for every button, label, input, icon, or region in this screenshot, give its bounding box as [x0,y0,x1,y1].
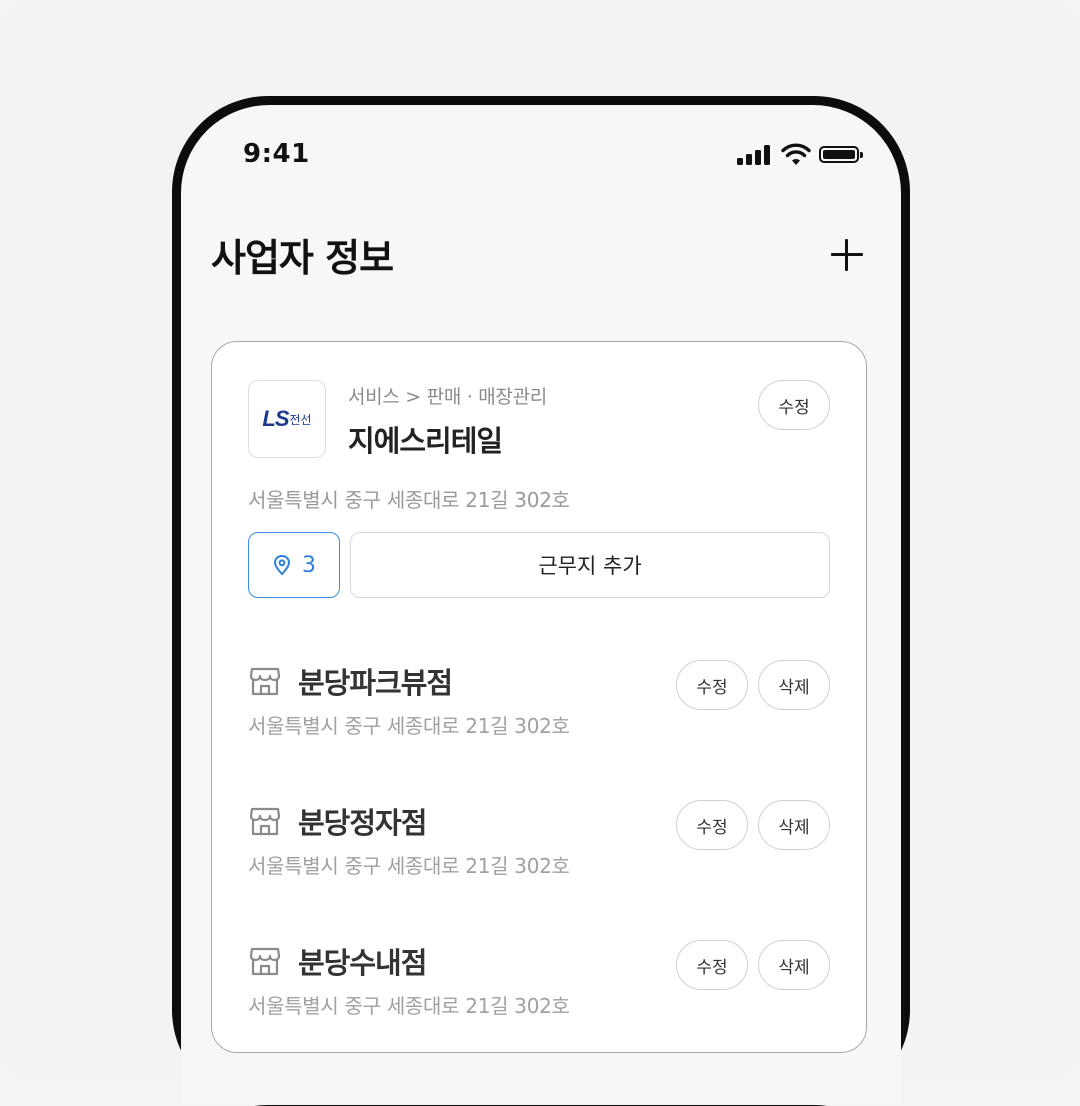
company-logo: LS 전선 [248,380,326,458]
location-pin-icon [273,554,291,576]
store-address: 서울특별시 중구 세종대로 21길 302호 [248,994,570,1018]
battery-icon [819,146,863,163]
signal-icon [737,145,771,165]
delete-store-button[interactable]: 삭제 [758,800,830,850]
phone-screen: 9:41 사업자 정보 LS 전선 서비스 > 판매 · 매장관리 지에스리테일… [181,105,901,1105]
store-item: 분당파크뷰점 서울특별시 중구 세종대로 21길 302호 수정 삭제 [248,660,832,750]
store-icon [249,667,281,696]
edit-store-button[interactable]: 수정 [676,800,748,850]
store-name: 분당정자점 [298,806,427,840]
store-name: 분당수내점 [298,946,427,980]
store-item: 분당정자점 서울특별시 중구 세종대로 21길 302호 수정 삭제 [248,800,832,890]
business-address: 서울특별시 중구 세종대로 21길 302호 [248,488,570,512]
logo-subtext: 전선 [289,412,312,427]
location-count: 3 [302,552,316,578]
edit-business-button[interactable]: 수정 [758,380,830,430]
business-card: LS 전선 서비스 > 판매 · 매장관리 지에스리테일 수정 서울특별시 중구… [211,341,867,1053]
status-time: 9:41 [243,139,310,169]
delete-store-button[interactable]: 삭제 [758,940,830,990]
plus-icon[interactable] [827,235,867,275]
wifi-icon [781,143,811,165]
page-title: 사업자 정보 [211,236,394,280]
store-address: 서울특별시 중구 세종대로 21길 302호 [248,714,570,738]
store-icon [249,947,281,976]
business-category: 서비스 > 판매 · 매장관리 [348,386,547,408]
store-icon [249,807,281,836]
add-site-button[interactable]: 근무지 추가 [350,532,830,598]
store-item: 분당수내점 서울특별시 중구 세종대로 21길 302호 수정 삭제 [248,940,832,1030]
edit-store-button[interactable]: 수정 [676,660,748,710]
location-count-button[interactable]: 3 [248,532,340,598]
edit-store-button[interactable]: 수정 [676,940,748,990]
business-name: 지에스리테일 [348,424,503,458]
store-address: 서울특별시 중구 세종대로 21길 302호 [248,854,570,878]
phone-frame: 9:41 사업자 정보 LS 전선 서비스 > 판매 · 매장관리 지에스리테일… [172,96,910,1106]
store-name: 분당파크뷰점 [298,666,453,700]
delete-store-button[interactable]: 삭제 [758,660,830,710]
logo-mark: LS [262,406,289,431]
